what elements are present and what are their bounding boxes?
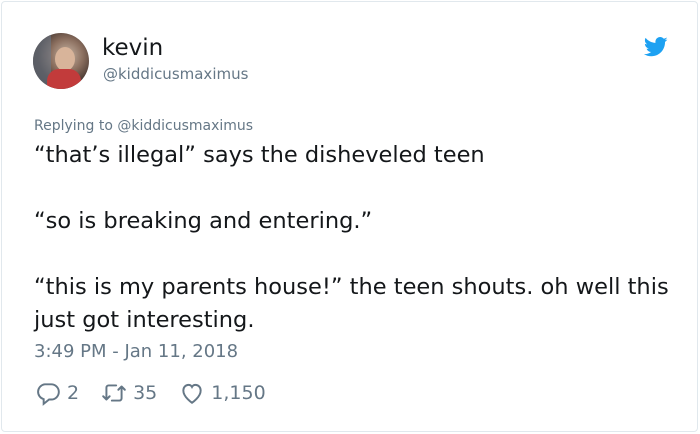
author-handle[interactable]: @kiddicusmaximus [103, 65, 248, 83]
reply-button[interactable]: 2 [35, 380, 79, 406]
retweet-icon [102, 384, 126, 402]
tweet-card: kevin @kiddicusmaximus Replying to @kidd… [1, 1, 698, 432]
like-count: 1,150 [211, 382, 266, 404]
author-name[interactable]: kevin [102, 35, 163, 61]
tweet-text: “that’s illegal” says the disheveled tee… [34, 142, 669, 333]
tweet-timestamp[interactable]: 3:49 PM - Jan 11, 2018 [34, 341, 238, 362]
retweet-button[interactable]: 35 [101, 380, 157, 406]
reply-count: 2 [67, 382, 80, 404]
like-button[interactable]: 1,150 [179, 380, 266, 406]
avatar[interactable] [33, 33, 89, 89]
tweet-actions: 2 35 1,150 [35, 379, 288, 407]
like-icon [182, 383, 202, 404]
reply-context[interactable]: Replying to @kiddicusmaximus [34, 118, 253, 134]
twitter-bird-icon[interactable] [644, 37, 668, 57]
reply-icon [37, 383, 60, 406]
retweet-count: 35 [133, 382, 158, 404]
